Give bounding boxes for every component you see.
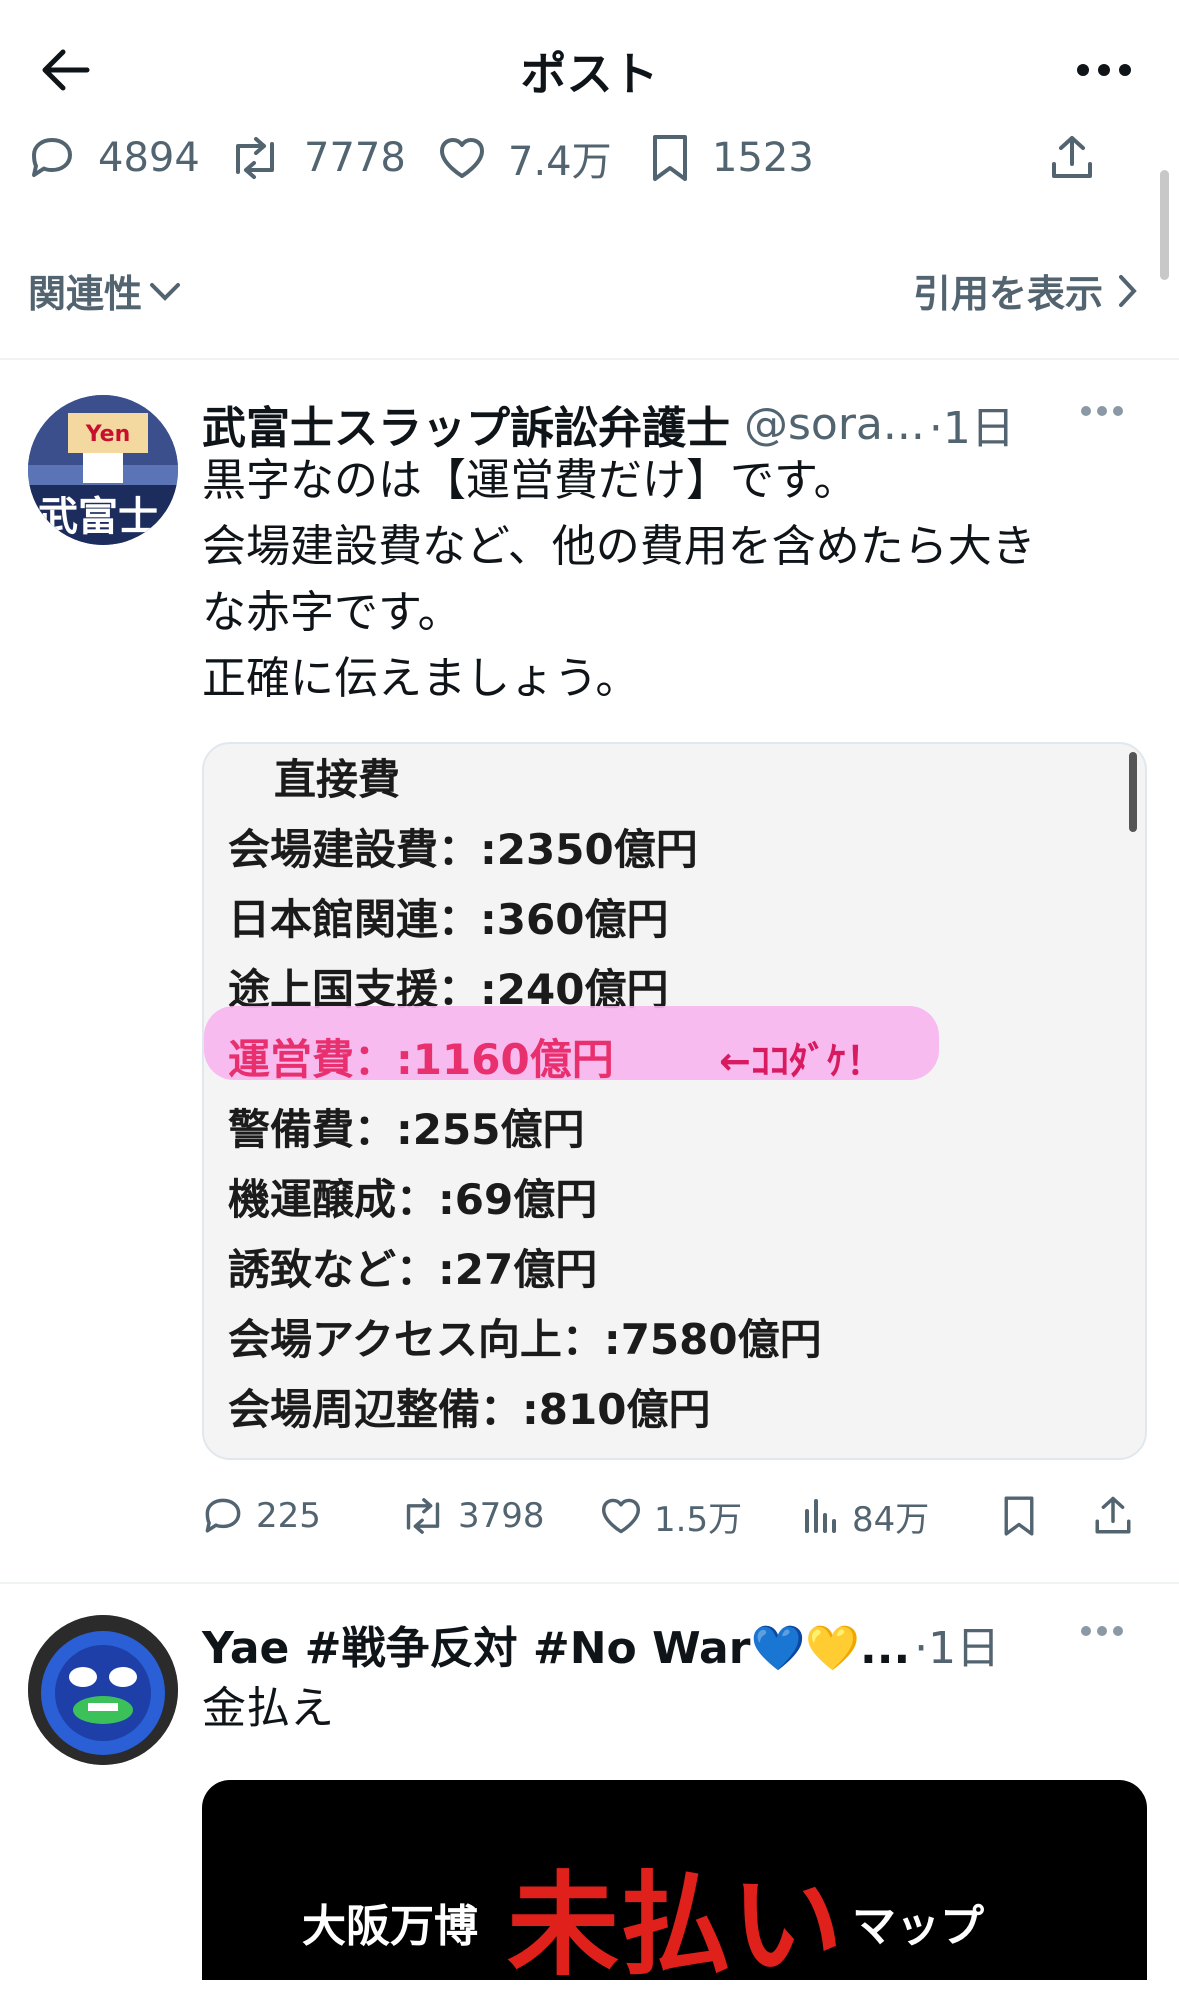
- image-text-line: 日本館関連：:360億円: [228, 895, 669, 944]
- tweet-header: 武富士スラップ訴訟弁護士 @sora... ·1日: [202, 392, 1015, 456]
- tweet-actions: 225 3798 1.5万 84万: [202, 1486, 1142, 1546]
- more-icon: [1081, 406, 1123, 416]
- tweet-text-line: 正確に伝えましょう。: [202, 653, 640, 704]
- image-scrollbar: [1129, 752, 1137, 832]
- sort-bar: 関連性 引用を表示: [0, 255, 1179, 325]
- chevron-down-icon: [150, 282, 181, 301]
- svg-text:武富士: 武富士: [38, 494, 158, 540]
- image-text-line: 会場周辺整備：:810億円: [228, 1385, 711, 1434]
- sort-dropdown[interactable]: 関連性: [28, 263, 182, 318]
- tweet-text-line: 黒字なのは【運営費だけ】です。: [202, 455, 858, 506]
- heart-icon: [440, 138, 484, 178]
- image-text-line: 会場アクセス向上：:7580億円: [228, 1315, 822, 1364]
- tweet-more-button[interactable]: [1080, 1622, 1124, 1641]
- like-button[interactable]: 1.5万: [600, 1486, 742, 1546]
- tweet-text-line: 会場建設費など、他の費用を含めたら大き: [202, 521, 1036, 572]
- repost-count: 7778: [304, 135, 406, 181]
- post-time[interactable]: ·1日: [914, 1612, 1000, 1676]
- image-text-line: 誘致など：:27億円: [228, 1245, 598, 1294]
- repost-count: 3798: [458, 1496, 545, 1536]
- divider: [0, 358, 1179, 360]
- tweet-text: 黒字なのは【運営費だけ】です。 会場建設費など、他の費用を含めたら大き な赤字で…: [202, 448, 1036, 712]
- share-icon: [1095, 1496, 1131, 1534]
- bookmark-button[interactable]: [1002, 1486, 1048, 1546]
- like-count: 7.4万: [508, 139, 612, 185]
- bookmark-stat[interactable]: 1523: [650, 128, 814, 188]
- banner-text-left: 大阪万博: [302, 1901, 478, 1952]
- like-count: 1.5万: [654, 1499, 743, 1540]
- chevron-right-icon: [1119, 274, 1137, 307]
- image-text-line: 会場建設費：:2350億円: [228, 825, 698, 874]
- image-text-line: 直接費: [274, 755, 401, 804]
- avatar-image: [28, 1615, 178, 1765]
- reply-count: 4894: [98, 135, 200, 181]
- author-name[interactable]: 武富士スラップ訴訟弁護士: [202, 392, 730, 456]
- image-text-line: 警備費：:255億円: [228, 1105, 585, 1154]
- image-text-line: 機運醸成：:69億円: [228, 1175, 598, 1224]
- reply-count: 225: [256, 1496, 321, 1536]
- reply-icon: [205, 1498, 241, 1533]
- avatar-image: Yen 武富士: [28, 395, 178, 545]
- page-title: ポスト: [520, 47, 659, 101]
- image-annotation: ←ｺｺﾀﾞｹ！: [719, 1039, 884, 1083]
- views-count: 84万: [852, 1499, 930, 1540]
- tweet-image[interactable]: 直接費 会場建設費：:2350億円 日本館関連：:360億円 途上国支援：:24…: [202, 742, 1147, 1460]
- banner-text-center: 未払い: [507, 1861, 843, 1980]
- sort-label: 関連性: [28, 272, 143, 316]
- avatar[interactable]: Yen 武富士: [28, 395, 178, 545]
- tweet-image[interactable]: 大阪万博 未払い マップ: [202, 1780, 1147, 1980]
- repost-icon: [406, 1498, 440, 1534]
- tweet-more-button[interactable]: [1080, 402, 1124, 421]
- top-bar: ポスト: [0, 0, 1179, 135]
- tweet-text: 金払え: [202, 1683, 334, 1734]
- view-quotes-label: 引用を表示: [912, 272, 1103, 316]
- like-stat[interactable]: 7.4万: [438, 128, 612, 188]
- share-button[interactable]: [1048, 128, 1118, 188]
- more-icon: [1081, 1626, 1123, 1636]
- bookmark-count: 1523: [712, 135, 814, 181]
- share-button[interactable]: [1092, 1486, 1146, 1546]
- more-options-button[interactable]: [1069, 40, 1139, 100]
- reply-stat[interactable]: 4894: [28, 128, 200, 188]
- repost-icon: [236, 137, 274, 179]
- tweet-text-line: な赤字です。: [202, 587, 462, 638]
- image-text-line-highlighted: 運営費：:1160億円: [228, 1035, 614, 1084]
- post-stats-row: 4894 7778 7.4万 1523: [0, 128, 1179, 188]
- tweet-header: Yae #戦争反対 #No War💙💛... ·1日: [202, 1612, 1000, 1676]
- svg-text:Yen: Yen: [85, 422, 131, 447]
- views-chart-icon: [805, 1499, 836, 1533]
- author-name[interactable]: Yae #戦争反対 #No War💙💛...: [202, 1612, 910, 1676]
- author-handle[interactable]: @sora...: [744, 399, 925, 450]
- view-quotes-link[interactable]: 引用を表示: [913, 263, 1139, 318]
- bookmark-icon: [653, 135, 687, 181]
- post-time[interactable]: ·1日: [929, 392, 1015, 456]
- share-icon: [1052, 136, 1092, 178]
- divider: [0, 1582, 1179, 1584]
- banner-text-right: マップ: [852, 1901, 984, 1952]
- more-icon: [1077, 64, 1131, 76]
- repost-button[interactable]: 3798: [400, 1486, 545, 1546]
- heart-icon: [602, 1498, 640, 1534]
- repost-stat[interactable]: 7778: [228, 128, 406, 188]
- reply-icon: [32, 138, 72, 177]
- avatar[interactable]: [28, 1615, 178, 1765]
- views-button[interactable]: 84万: [802, 1486, 929, 1546]
- reply-button[interactable]: 225: [202, 1486, 321, 1546]
- bookmark-icon: [1004, 1496, 1034, 1536]
